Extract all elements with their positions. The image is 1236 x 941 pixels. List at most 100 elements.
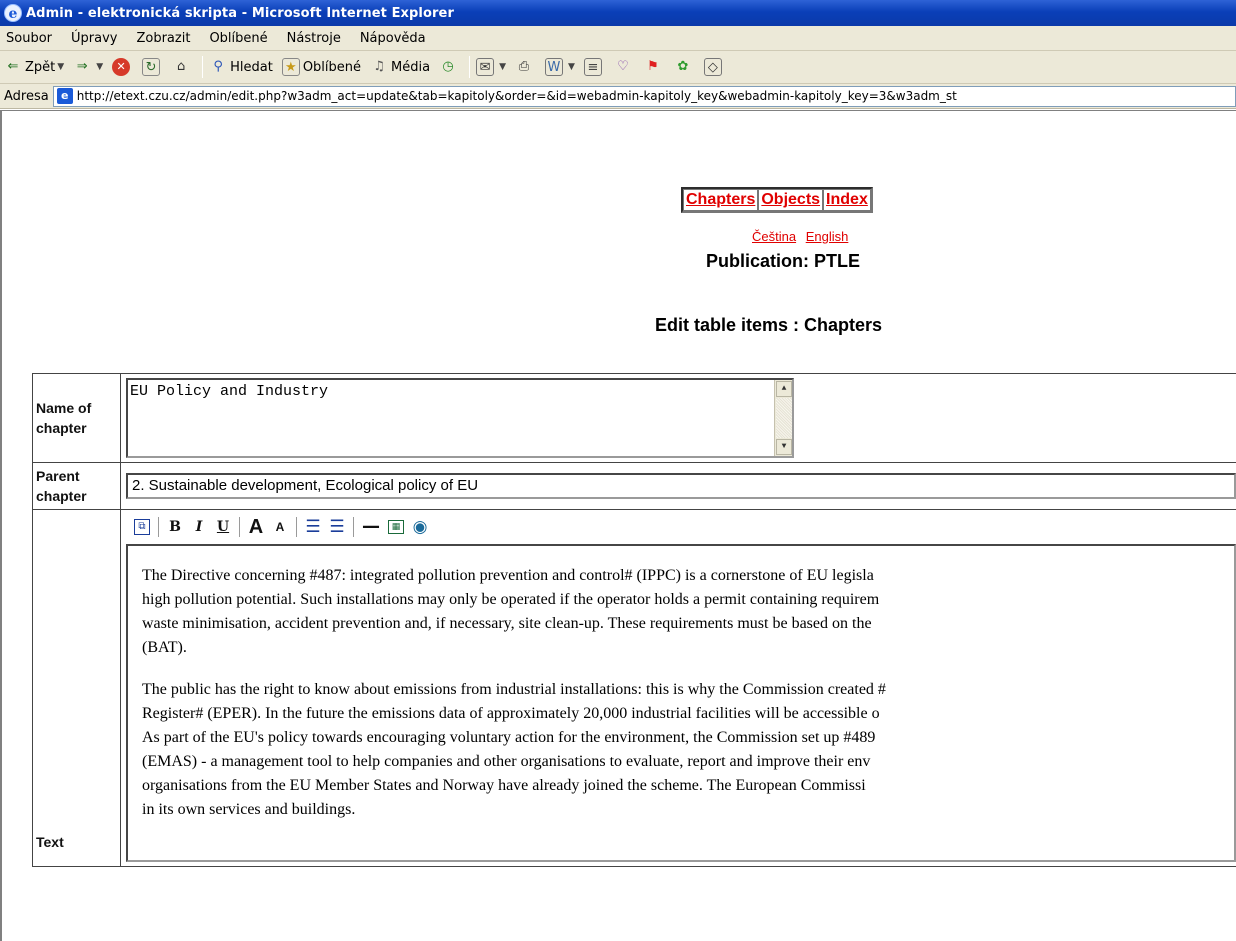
icq-button[interactable]: ✿ [674, 58, 695, 76]
print-icon: ⎙ [518, 59, 530, 74]
address-input[interactable]: e http://etext.czu.cz/admin/edit.php?w3a… [52, 85, 1236, 107]
menu-napoveda[interactable]: Nápověda [360, 31, 426, 46]
nav-link-objects[interactable]: Objects [761, 191, 820, 208]
back-label: Zpět [25, 59, 56, 75]
nav-link-chapters[interactable]: Chapters [686, 191, 755, 208]
home-button[interactable]: ⌂ [172, 58, 193, 76]
discuss-icon: ≡ [583, 58, 602, 76]
extra-button[interactable]: ◇ [703, 58, 725, 76]
text-line: (BAT). [142, 639, 187, 656]
underline-icon[interactable]: U [215, 517, 231, 537]
edit-icon: W [544, 58, 563, 76]
parent-chapter-select[interactable]: 2. Sustainable development, Ecological p… [126, 473, 1236, 499]
publication-title: Publication: PTLE [706, 251, 861, 271]
favorites-label: Oblíbené [302, 59, 362, 75]
back-arrow-icon: ⇐ [7, 59, 19, 74]
stop-button[interactable]: ✕ [112, 58, 133, 76]
forward-dropdown-icon[interactable]: ▼ [96, 62, 103, 72]
lang-link-czech[interactable]: Čeština [752, 229, 796, 244]
mail-button[interactable]: ✉ ▼ [476, 58, 506, 76]
media-icon: ♫ [373, 59, 385, 74]
menu-nastroje[interactable]: Nástroje [287, 31, 341, 46]
menu-zobrazit[interactable]: Zobrazit [136, 31, 190, 46]
edit-button[interactable]: W ▼ [544, 58, 575, 76]
page-title: Edit table items : Chapters [655, 315, 883, 335]
text-line: The Directive concerning #487: integrate… [142, 567, 874, 584]
nav-table: Chapters Objects Index [681, 187, 873, 213]
stop-icon: ✕ [112, 58, 131, 76]
text-line: As part of the EU's policy towards encou… [142, 729, 876, 746]
toolbar-separator [469, 56, 471, 78]
name-cell: EU Policy and Industry ▲ ▼ [120, 373, 1236, 463]
window-titlebar: e Admin - elektronická skripta - Microso… [0, 0, 1236, 26]
language-links: Čeština English [752, 229, 854, 244]
text-line: (EMAS) - a management tool to help compa… [142, 753, 871, 770]
icq-flower-icon: ✿ [677, 59, 689, 74]
back-dropdown-icon[interactable]: ▼ [57, 62, 64, 72]
history-icon: ◷ [442, 59, 454, 74]
ie-logo-icon: e [4, 4, 22, 22]
text-line: waste minimisation, accident prevention … [142, 615, 872, 632]
media-label: Média [391, 59, 431, 75]
discuss-button[interactable]: ≡ [583, 58, 605, 76]
standard-toolbar: ⇐ Zpět ▼ ⇒ ▼ ✕ ↻ ⌂ ⚲ Hledat ★ Oblíbené ♫… [0, 51, 1236, 84]
mail-dropdown-icon[interactable]: ▼ [499, 62, 506, 72]
text-line: Register# (EPER). In the future the emis… [142, 705, 880, 722]
text-paragraph: The public has the right to know about e… [142, 678, 1234, 822]
diamond-box-icon: ◇ [703, 58, 722, 76]
text-paragraph: The Directive concerning #487: integrate… [142, 564, 1234, 660]
scroll-up-icon[interactable]: ▲ [776, 381, 792, 397]
chapter-text-editor[interactable]: The Directive concerning #487: integrate… [126, 544, 1236, 862]
print-button[interactable]: ⎙ [515, 58, 536, 76]
search-button[interactable]: ⚲ Hledat [209, 58, 273, 76]
nav-cell-chapters: Chapters [683, 189, 759, 211]
media-button[interactable]: ♫ Média [370, 58, 430, 76]
favorites-button[interactable]: ★ Oblíbené [281, 58, 362, 76]
address-url: http://etext.czu.cz/admin/edit.php?w3adm… [76, 89, 957, 103]
messenger-button[interactable]: ♡ [614, 58, 635, 76]
editor-separator [158, 517, 159, 537]
bullet-list-icon[interactable]: ☰ [329, 517, 345, 537]
font-decrease-icon[interactable]: A [272, 517, 288, 537]
menu-soubor[interactable]: Soubor [6, 31, 52, 46]
editor-separator [296, 517, 297, 537]
forward-button[interactable]: ⇒ ▼ [73, 58, 103, 76]
scroll-track[interactable] [776, 398, 792, 438]
textarea-scrollbar[interactable]: ▲ ▼ [774, 380, 792, 456]
name-label: Name of chapter [32, 373, 121, 463]
edit-form-table: Name of chapter EU Policy and Industry ▲… [32, 373, 1236, 867]
flag-icon: ⚑ [647, 59, 659, 74]
search-label: Hledat [230, 59, 273, 75]
form-row-parent: Parent chapter 2. Sustainable developmen… [32, 462, 1236, 510]
menu-oblibene[interactable]: Oblíbené [209, 31, 267, 46]
text-label: Text [32, 509, 121, 867]
history-button[interactable]: ◷ [439, 58, 460, 76]
lang-link-english[interactable]: English [806, 229, 849, 244]
insert-link-globe-icon[interactable]: ◉ [412, 517, 428, 537]
chapter-name-textarea[interactable]: EU Policy and Industry ▲ ▼ [126, 378, 794, 458]
form-row-name: Name of chapter EU Policy and Industry ▲… [32, 373, 1236, 463]
parent-label: Parent chapter [32, 462, 121, 510]
italic-icon[interactable]: I [191, 517, 207, 537]
bold-icon[interactable]: B [167, 517, 183, 537]
insert-image-icon[interactable]: ⧉ [134, 519, 150, 535]
refresh-button[interactable]: ↻ [142, 58, 163, 76]
messenger-icon: ♡ [617, 59, 629, 74]
insert-table-icon[interactable]: ▦ [388, 520, 404, 534]
favorites-icon: ★ [281, 58, 300, 76]
numbered-list-icon[interactable]: ☰ [305, 517, 321, 537]
text-line: in its own services and buildings. [142, 801, 356, 818]
editor-separator [353, 517, 354, 537]
scroll-down-icon[interactable]: ▼ [776, 439, 792, 455]
menu-upravy[interactable]: Úpravy [71, 31, 117, 46]
editor-toolbar: ⧉ B I U A A ☰ ☰ — ▦ ◉ [126, 510, 1236, 544]
font-increase-icon[interactable]: A [248, 517, 264, 537]
flag-button[interactable]: ⚑ [644, 58, 665, 76]
edit-dropdown-icon[interactable]: ▼ [568, 62, 575, 72]
home-icon: ⌂ [176, 59, 186, 74]
page-icon: e [56, 88, 73, 104]
mail-icon: ✉ [476, 58, 495, 76]
horizontal-rule-icon[interactable]: — [362, 517, 380, 537]
nav-link-index[interactable]: Index [826, 191, 868, 208]
back-button[interactable]: ⇐ Zpět ▼ [4, 58, 65, 76]
